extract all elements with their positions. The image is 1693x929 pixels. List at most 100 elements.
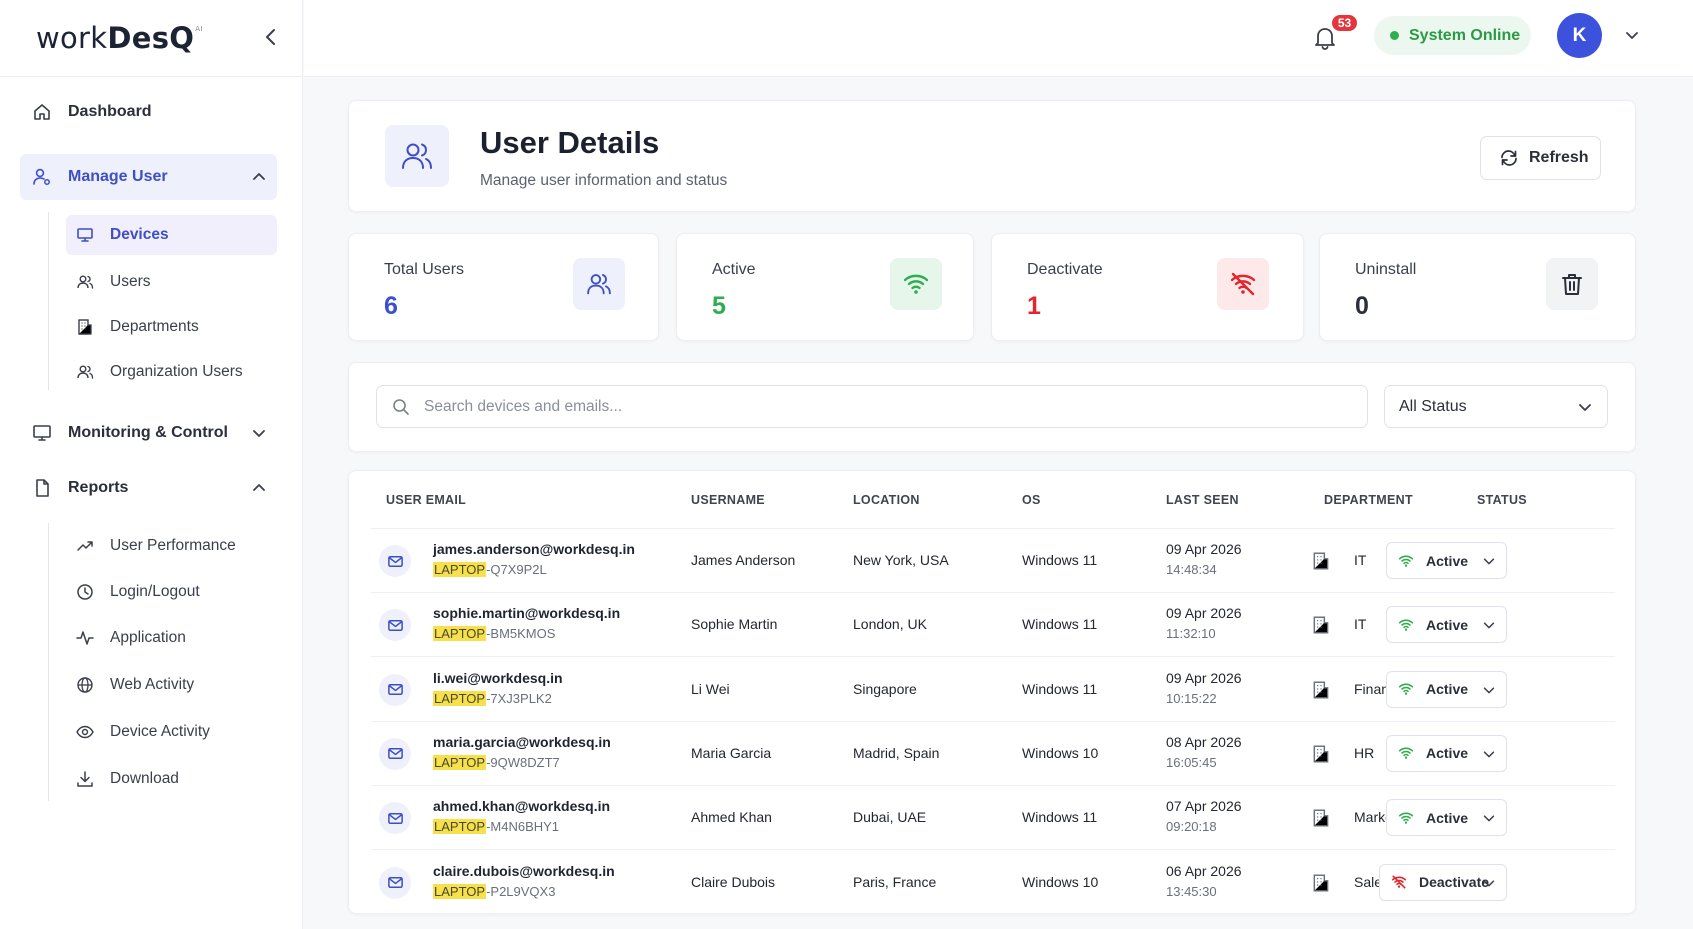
page-subtitle: Manage user information and status xyxy=(480,172,728,189)
building-icon xyxy=(78,319,92,335)
user-email[interactable]: li.wei@workdesq.in xyxy=(433,670,563,686)
sub-item-login-logout-label: Login/Logout xyxy=(110,583,200,600)
column-header-status[interactable]: STATUS xyxy=(1477,493,1527,507)
last-seen-date: 07 Apr 2026 xyxy=(1166,798,1242,815)
nav-monitoring-control-label: Monitoring & Control xyxy=(68,424,228,441)
column-header-location[interactable]: LOCATION xyxy=(853,493,920,507)
table-row[interactable]: sophie.martin@workdesq.in LAPTOP-BM5KMOS… xyxy=(371,593,1615,658)
table-row[interactable]: ahmed.khan@workdesq.in LAPTOP-M4N6BHY1 A… xyxy=(371,786,1615,851)
device-name: LAPTOP-BM5KMOS xyxy=(433,626,555,642)
sub-item-login-logout[interactable]: Login/Logout xyxy=(66,572,277,612)
sub-item-users[interactable]: Users xyxy=(66,262,277,302)
department-cell: IT xyxy=(1354,552,1367,568)
system-status-badge: System Online xyxy=(1374,16,1531,55)
stat-card-total-users: Total Users 6 xyxy=(348,233,659,341)
chevron-down-icon[interactable] xyxy=(1624,27,1640,43)
monitor-icon xyxy=(33,425,51,441)
device-prefix-highlight: LAPTOP xyxy=(433,883,487,899)
sub-item-departments[interactable]: Departments xyxy=(66,307,277,347)
mail-icon xyxy=(379,545,411,577)
user-email[interactable]: ahmed.khan@workdesq.in xyxy=(433,798,610,814)
row-status-dropdown[interactable]: Active xyxy=(1386,542,1507,579)
column-header-os[interactable]: OS xyxy=(1022,493,1041,507)
refresh-button[interactable]: Refresh xyxy=(1480,136,1601,180)
nav-monitoring-control[interactable]: Monitoring & Control xyxy=(20,410,277,456)
sub-item-web-activity[interactable]: Web Activity xyxy=(66,665,277,705)
row-status-dropdown[interactable]: Deactivate xyxy=(1379,863,1507,901)
document-icon xyxy=(36,479,49,497)
column-header-username[interactable]: USERNAME xyxy=(691,493,765,507)
status-filter-value: All Status xyxy=(1399,397,1467,415)
chevron-down-icon xyxy=(1483,815,1495,822)
sub-item-organization-users-label: Organization Users xyxy=(110,363,243,380)
status-icon xyxy=(1391,874,1407,890)
device-suffix: -7XJ3PLK2 xyxy=(486,690,552,706)
users-header-icon xyxy=(385,125,449,187)
user-email[interactable]: maria.garcia@workdesq.in xyxy=(433,734,611,750)
table-row[interactable]: claire.dubois@workdesq.in LAPTOP-P2L9VQX… xyxy=(371,851,1615,915)
status-icon xyxy=(1398,553,1414,569)
row-status-label: Active xyxy=(1426,681,1469,698)
nav-manage-user[interactable]: Manage User xyxy=(20,154,277,200)
user-email[interactable]: claire.dubois@workdesq.in xyxy=(433,863,615,879)
building-icon xyxy=(1313,745,1329,763)
sub-item-download[interactable]: Download xyxy=(66,759,277,799)
stat-card-active: Active 5 xyxy=(676,233,974,341)
column-header-user-email[interactable]: USER EMAIL xyxy=(386,493,466,507)
mail-glyph-icon xyxy=(387,555,403,567)
sub-item-devices[interactable]: Devices xyxy=(66,215,277,255)
row-status-dropdown[interactable]: Active xyxy=(1386,670,1507,708)
search-box xyxy=(376,385,1368,428)
status-filter-dropdown[interactable]: All Status xyxy=(1384,385,1608,428)
user-email[interactable]: sophie.martin@workdesq.in xyxy=(433,605,620,621)
wifi-off-icon xyxy=(1230,272,1256,296)
notification-count-badge: 53 xyxy=(1330,13,1359,33)
nav-manage-user-label: Manage User xyxy=(68,168,168,185)
submenu-guide-line xyxy=(48,212,49,390)
stat-value: 5 xyxy=(712,292,726,320)
page-header-card: User Details Manage user information and… xyxy=(348,100,1636,212)
download-icon xyxy=(77,771,93,787)
sub-item-device-activity[interactable]: Device Activity xyxy=(66,712,277,752)
sub-item-organization-users[interactable]: Organization Users xyxy=(66,352,277,392)
sub-item-application[interactable]: Application xyxy=(66,618,277,658)
stat-card-uninstall: Uninstall 0 xyxy=(1319,233,1636,341)
chevron-down-icon xyxy=(1483,879,1495,886)
logo-text-work: work xyxy=(36,21,108,55)
search-input[interactable] xyxy=(424,397,1324,416)
table-row[interactable]: maria.garcia@workdesq.in LAPTOP-9QW8DZT7… xyxy=(371,722,1615,786)
mail-glyph-icon xyxy=(387,684,403,696)
logo-row: work DesQ AI xyxy=(0,0,302,77)
sub-item-user-performance-label: User Performance xyxy=(110,537,236,554)
sub-item-user-performance[interactable]: User Performance xyxy=(66,526,277,566)
wifi-icon xyxy=(903,274,929,294)
wifi-icon xyxy=(1398,555,1414,567)
table-row[interactable]: li.wei@workdesq.in LAPTOP-7XJ3PLK2 Li We… xyxy=(371,658,1615,722)
last-seen-time: 16:05:45 xyxy=(1166,754,1217,770)
nav-reports[interactable]: Reports xyxy=(20,465,277,511)
collapse-sidebar-button[interactable] xyxy=(262,25,280,49)
mail-icon xyxy=(379,673,411,706)
device-prefix-highlight: LAPTOP xyxy=(433,754,487,770)
column-header-last-seen[interactable]: LAST SEEN xyxy=(1166,493,1239,507)
building-icon xyxy=(1313,874,1329,891)
row-status-dropdown[interactable]: Active xyxy=(1386,606,1507,644)
username-cell: Ahmed Khan xyxy=(691,809,772,826)
last-seen-date: 09 Apr 2026 xyxy=(1166,605,1242,622)
table-row[interactable]: james.anderson@workdesq.in LAPTOP-Q7X9P2… xyxy=(371,529,1615,593)
nav-dashboard[interactable]: Dashboard xyxy=(20,89,277,135)
device-name: LAPTOP-P2L9VQX3 xyxy=(433,883,555,899)
sub-item-users-label: Users xyxy=(110,273,151,290)
clock-icon xyxy=(77,584,93,600)
row-status-dropdown[interactable]: Active xyxy=(1386,734,1507,772)
user-email[interactable]: james.anderson@workdesq.in xyxy=(433,541,635,557)
os-cell: Windows 10 xyxy=(1022,744,1099,761)
column-header-department[interactable]: DEPARTMENT xyxy=(1324,493,1413,507)
wifi-icon xyxy=(1398,812,1414,824)
user-avatar[interactable]: K xyxy=(1557,13,1602,58)
last-seen-date: 06 Apr 2026 xyxy=(1166,862,1242,879)
device-suffix: -9QW8DZT7 xyxy=(486,754,560,770)
row-status-dropdown[interactable]: Active xyxy=(1386,799,1507,837)
chevron-up-icon xyxy=(253,173,265,180)
globe-icon xyxy=(77,677,93,693)
